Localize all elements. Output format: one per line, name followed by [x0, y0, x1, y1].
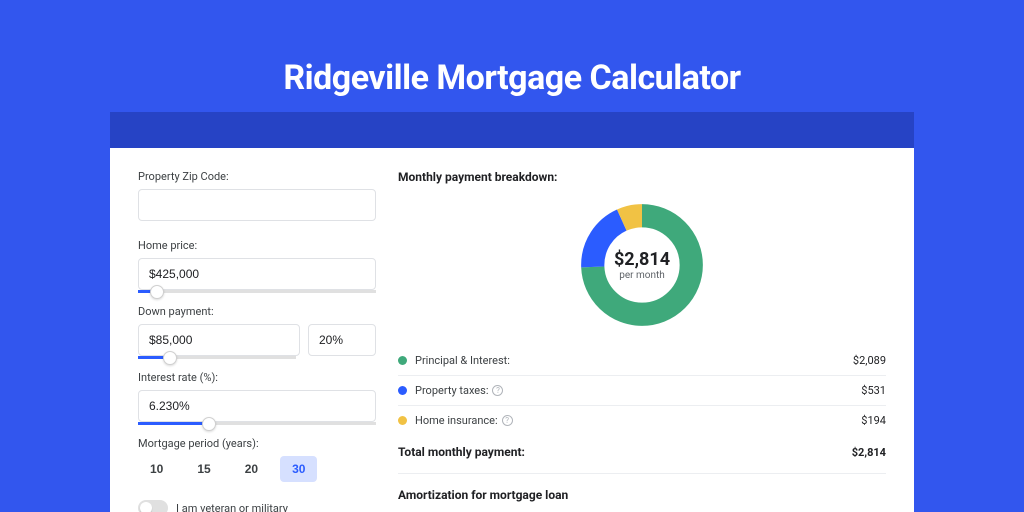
zip-label: Property Zip Code: [138, 170, 376, 183]
home-price-slider[interactable] [138, 290, 376, 293]
legend-swatch [398, 386, 407, 395]
zip-field: Property Zip Code: [138, 170, 376, 221]
down-payment-pct-input[interactable] [308, 324, 376, 356]
period-label: Mortgage period (years): [138, 437, 376, 450]
period-option-10[interactable]: 10 [138, 456, 175, 482]
legend-label: Principal & Interest: [415, 354, 510, 367]
donut-center-sub: per month [619, 270, 665, 281]
legend-value: $531 [861, 384, 886, 397]
input-column: Property Zip Code: Home price: Down paym… [138, 170, 376, 512]
legend-row: Property taxes:? $531 [398, 376, 886, 406]
calculator-card: Property Zip Code: Home price: Down paym… [110, 148, 914, 512]
period-option-30[interactable]: 30 [280, 456, 317, 482]
divider [398, 473, 886, 474]
home-price-input[interactable] [138, 258, 376, 290]
zip-input[interactable] [138, 189, 376, 221]
interest-rate-field: Interest rate (%): [138, 371, 376, 425]
legend-label: Home insurance: [415, 414, 498, 427]
down-payment-input[interactable] [138, 324, 300, 356]
veteran-label: I am veteran or military [176, 502, 288, 512]
down-payment-field: Down payment: [138, 305, 376, 359]
veteran-toggle[interactable] [138, 500, 168, 512]
donut-chart-wrap: $2,814 per month [398, 194, 886, 346]
legend-swatch [398, 356, 407, 365]
slider-thumb[interactable] [163, 351, 177, 365]
home-price-label: Home price: [138, 239, 376, 252]
slider-thumb[interactable] [150, 285, 164, 299]
page-title: Ridgeville Mortgage Calculator [0, 0, 1024, 98]
amortization-title: Amortization for mortgage loan [398, 488, 886, 502]
legend-row: Principal & Interest: $2,089 [398, 346, 886, 376]
period-options: 10 15 20 30 [138, 456, 376, 482]
slider-thumb[interactable] [202, 417, 216, 431]
home-price-field: Home price: [138, 239, 376, 293]
donut-center-value: $2,814 [614, 249, 670, 270]
legend-value: $194 [861, 414, 886, 427]
interest-rate-slider[interactable] [138, 422, 376, 425]
legend-label: Property taxes: [415, 384, 488, 397]
period-option-20[interactable]: 20 [233, 456, 270, 482]
period-option-15[interactable]: 15 [185, 456, 222, 482]
total-row: Total monthly payment: $2,814 [398, 435, 886, 471]
donut-chart: $2,814 per month [577, 200, 707, 330]
total-value: $2,814 [852, 446, 886, 459]
legend-value: $2,089 [853, 354, 886, 367]
down-payment-slider[interactable] [138, 356, 296, 359]
interest-rate-input[interactable] [138, 390, 376, 422]
breakdown-column: Monthly payment breakdown: $2,814 per mo… [398, 170, 886, 512]
breakdown-legend: Principal & Interest: $2,089 Property taxe… [398, 346, 886, 435]
info-icon[interactable]: ? [502, 415, 513, 426]
legend-row: Home insurance:? $194 [398, 406, 886, 435]
veteran-toggle-row: I am veteran or military [138, 500, 376, 512]
breakdown-title: Monthly payment breakdown: [398, 170, 886, 184]
down-payment-label: Down payment: [138, 305, 376, 318]
info-icon[interactable]: ? [492, 385, 503, 396]
header-strip [110, 112, 914, 148]
total-label: Total monthly payment: [398, 445, 525, 459]
interest-rate-label: Interest rate (%): [138, 371, 376, 384]
period-field: Mortgage period (years): 10 15 20 30 [138, 437, 376, 482]
legend-swatch [398, 416, 407, 425]
